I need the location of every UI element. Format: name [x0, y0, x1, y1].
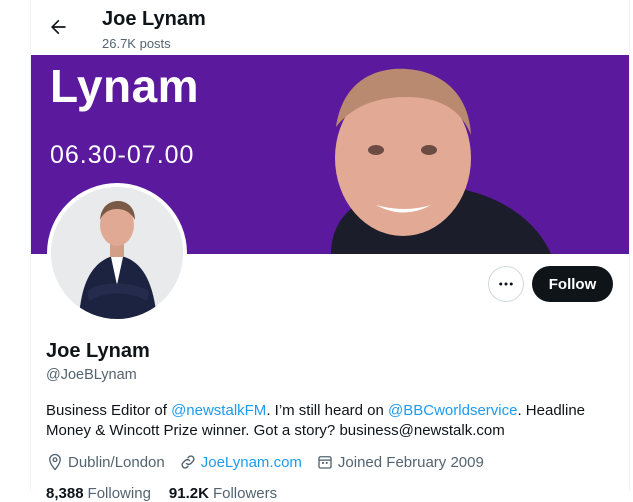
followers-link[interactable]: 91.2K Followers	[169, 485, 277, 502]
joined-text: Joined February 2009	[337, 453, 484, 471]
location-text: Dublin/London	[68, 453, 165, 471]
profile-handle: @JoeBLynam	[46, 367, 137, 383]
profile-column: Joe Lynam 26.7K posts Lynam 06.30-07.00	[30, 0, 630, 502]
follow-counts: 8,388 Following 91.2K Followers	[46, 485, 295, 502]
joined-item: Joined February 2009	[316, 453, 484, 471]
back-button[interactable]	[43, 12, 73, 42]
following-label: Following	[87, 485, 151, 502]
profile-bio: Business Editor of @newstalkFM. I’m stil…	[46, 401, 621, 441]
header-post-count: 26.7K posts	[102, 36, 171, 51]
website-link[interactable]: JoeLynam.com	[201, 454, 302, 471]
header-name: Joe Lynam	[102, 8, 206, 30]
more-icon	[499, 282, 513, 286]
following-link[interactable]: 8,388 Following	[46, 485, 151, 502]
follow-button[interactable]: Follow	[532, 266, 613, 302]
arrow-left-icon	[51, 19, 66, 35]
followers-label: Followers	[212, 485, 278, 502]
followers-count: 91.2K	[168, 485, 209, 502]
calendar-icon	[318, 456, 332, 469]
location-pin-icon	[49, 453, 61, 471]
profile-avatar[interactable]	[47, 183, 187, 323]
location-item: Dublin/London	[46, 453, 165, 471]
profile-meta: Dublin/London JoeLynam.com Joined Februa…	[46, 453, 498, 471]
website-item[interactable]: JoeLynam.com	[179, 453, 302, 471]
mention-bbcworldservice-link[interactable]: @BBCworldservice	[388, 402, 517, 419]
bio-text-2: . I’m still heard on	[266, 402, 389, 419]
profile-header-bar: Joe Lynam 26.7K posts	[31, 0, 629, 54]
avatar-photo	[51, 187, 183, 319]
following-count: 8,388	[46, 485, 84, 502]
more-options-button[interactable]	[488, 266, 524, 302]
bio-text-1: Business Editor of	[46, 402, 172, 419]
mention-newstalkfm-link[interactable]: @newstalkFM	[171, 402, 266, 419]
link-icon	[181, 455, 195, 469]
profile-name: Joe Lynam	[46, 340, 150, 362]
